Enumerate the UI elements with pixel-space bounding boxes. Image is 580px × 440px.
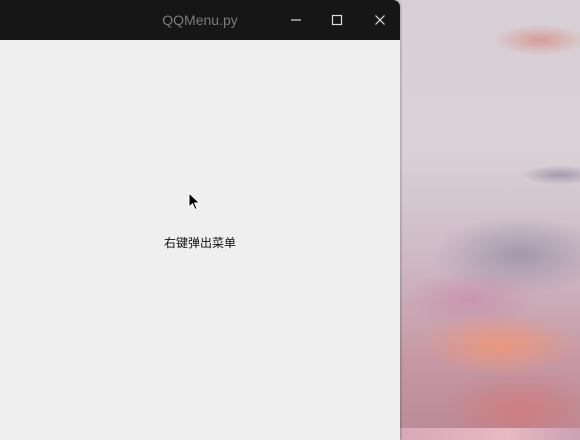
window-content[interactable]: 右键弹出菜单 <box>0 40 400 440</box>
title-bar[interactable]: QQMenu.py <box>0 0 400 40</box>
minimize-icon <box>291 19 301 21</box>
maximize-icon <box>331 14 343 26</box>
close-icon <box>375 15 385 25</box>
close-button[interactable] <box>366 6 394 34</box>
minimize-button[interactable] <box>282 6 310 34</box>
mouse-cursor-icon <box>188 192 201 211</box>
desktop-wallpaper-edge <box>400 428 580 440</box>
context-menu-hint-label: 右键弹出菜单 <box>163 236 236 250</box>
app-window: QQMenu.py 右键弹出菜单 <box>0 0 400 440</box>
maximize-button[interactable] <box>323 6 351 34</box>
